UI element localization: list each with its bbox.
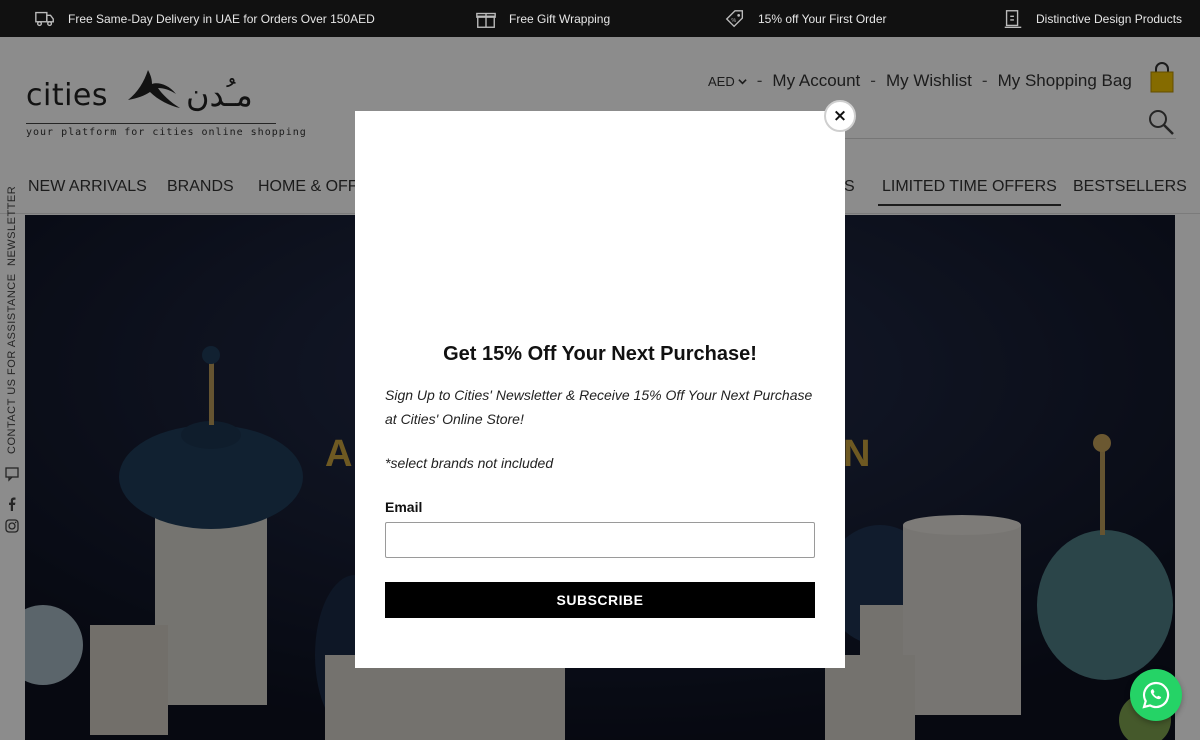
promo-item-delivery: Free Same-Day Delivery in UAE for Orders…: [34, 0, 375, 37]
email-field[interactable]: [385, 522, 815, 558]
delivery-truck-icon: [35, 11, 54, 26]
gift-icon: [476, 12, 496, 28]
popup-title: Get 15% Off Your Next Purchase!: [443, 343, 757, 365]
popup-description: Sign Up to Cities' Newsletter & Receive …: [385, 387, 813, 427]
popup-note: *select brands not included: [385, 455, 554, 471]
promo-discount-text: 15% off Your First Order: [758, 11, 887, 26]
promo-item-gift: Free Gift Wrapping: [475, 0, 610, 37]
promo-gift-text: Free Gift Wrapping: [509, 11, 611, 26]
whatsapp-icon: [1142, 681, 1170, 709]
whatsapp-chat-button[interactable]: [1130, 669, 1182, 721]
svg-text:%: %: [731, 17, 736, 23]
promo-item-design: Distinctive Design Products: [1002, 0, 1182, 37]
promo-bar: Free Same-Day Delivery in UAE for Orders…: [0, 0, 1200, 37]
close-icon: ×: [832, 106, 848, 126]
discount-tag-icon: %: [725, 9, 744, 27]
close-popup-button[interactable]: ×: [824, 100, 856, 132]
design-product-icon: [1004, 9, 1022, 28]
email-label: Email: [385, 499, 423, 515]
subscribe-button[interactable]: SUBSCRIBE: [385, 582, 815, 618]
promo-item-discount: % 15% off Your First Order: [724, 0, 887, 37]
promo-design-text: Distinctive Design Products: [1036, 11, 1183, 26]
promo-delivery-text: Free Same-Day Delivery in UAE for Orders…: [68, 11, 375, 26]
newsletter-popup: Get 15% Off Your Next Purchase! Sign Up …: [355, 111, 845, 668]
